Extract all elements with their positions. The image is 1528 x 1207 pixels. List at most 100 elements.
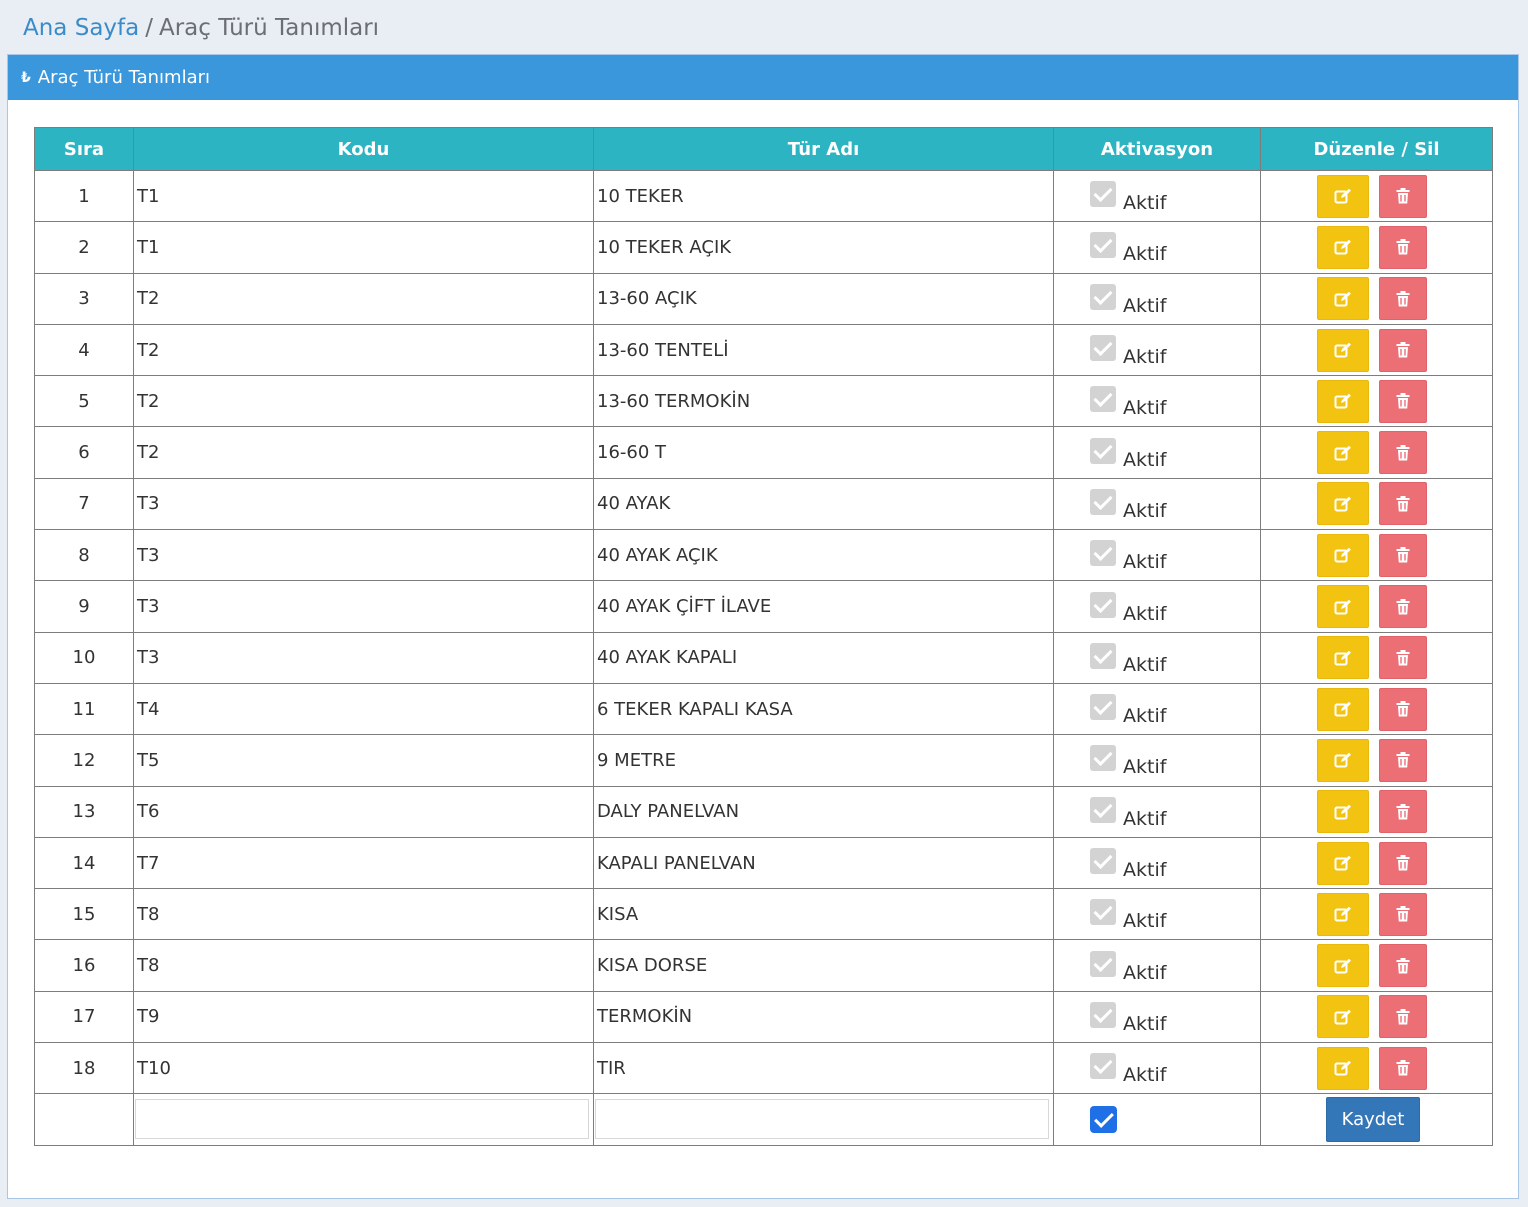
row-kodu: T2	[133, 323, 594, 377]
row-sira: 17	[34, 990, 134, 1044]
row-kodu: T6	[133, 785, 594, 838]
active-checkbox[interactable]	[1090, 540, 1116, 567]
active-checkbox[interactable]	[1090, 437, 1116, 464]
delete-button[interactable]	[1379, 738, 1427, 782]
row-tur-adi: TIR	[593, 1042, 1054, 1095]
delete-button[interactable]	[1379, 636, 1427, 680]
edit-button[interactable]	[1317, 944, 1369, 988]
edit-button[interactable]	[1317, 892, 1369, 936]
row-tur-adi: 16-60 T	[593, 426, 1054, 479]
edit-button[interactable]	[1317, 431, 1369, 475]
row-actions	[1260, 426, 1493, 479]
table-row: 13 T6 DALY PANELVAN Aktif	[34, 785, 1493, 838]
active-checkbox[interactable]	[1090, 950, 1116, 977]
row-actions	[1260, 529, 1493, 582]
breadcrumb-home-link[interactable]: Ana Sayfa	[23, 15, 139, 41]
row-actions	[1260, 785, 1493, 838]
delete-button[interactable]	[1379, 431, 1427, 475]
row-kodu: T3	[133, 580, 594, 633]
row-tur-adi: 40 AYAK ÇİFT İLAVE	[593, 580, 1054, 633]
row-actions	[1260, 990, 1493, 1044]
row-actions	[1260, 734, 1493, 787]
edit-button[interactable]	[1317, 225, 1369, 269]
delete-button[interactable]	[1379, 277, 1427, 321]
edit-button[interactable]	[1317, 174, 1369, 218]
active-checkbox[interactable]	[1090, 386, 1116, 413]
breadcrumb-separator: /	[145, 15, 153, 41]
active-checkbox[interactable]	[1090, 232, 1116, 259]
row-sira: 8	[34, 529, 134, 582]
active-checkbox[interactable]	[1090, 335, 1116, 362]
edit-button[interactable]	[1317, 277, 1369, 321]
edit-button[interactable]	[1317, 687, 1369, 731]
active-label: Aktif	[1123, 653, 1167, 676]
vehicle-type-table: Sıra Kodu Tür Adı Aktivasyon Düzenle / S…	[34, 127, 1493, 1146]
row-tur-adi: 13-60 TERMOKİN	[593, 375, 1054, 428]
edit-button[interactable]	[1317, 995, 1369, 1039]
edit-button[interactable]	[1317, 533, 1369, 577]
row-sira: 14	[34, 836, 134, 890]
delete-button[interactable]	[1379, 585, 1427, 629]
table-header-row: Sıra Kodu Tür Adı Aktivasyon Düzenle / S…	[34, 127, 1493, 171]
delete-button[interactable]	[1379, 482, 1427, 526]
active-checkbox[interactable]	[1090, 591, 1116, 618]
active-checkbox[interactable]	[1090, 181, 1116, 208]
edit-button[interactable]	[1317, 841, 1369, 885]
row-kodu: T8	[133, 888, 594, 941]
active-checkbox[interactable]	[1090, 642, 1116, 669]
edit-button[interactable]	[1317, 482, 1369, 526]
delete-button[interactable]	[1379, 379, 1427, 423]
active-checkbox[interactable]	[1090, 488, 1116, 515]
table-row: 1 T1 10 TEKER Aktif	[34, 169, 1493, 223]
table-row: 5 T2 13-60 TERMOKİN Aktif	[34, 375, 1493, 428]
edit-button[interactable]	[1317, 328, 1369, 372]
active-checkbox[interactable]	[1090, 745, 1116, 772]
row-aktivasyon: Aktif	[1053, 1042, 1261, 1095]
delete-button[interactable]	[1379, 174, 1427, 218]
row-aktivasyon: Aktif	[1053, 836, 1261, 890]
save-button[interactable]: Kaydet	[1326, 1096, 1420, 1142]
new-row-sira	[34, 1093, 134, 1146]
delete-button[interactable]	[1379, 533, 1427, 577]
row-aktivasyon: Aktif	[1053, 939, 1261, 992]
delete-button[interactable]	[1379, 944, 1427, 988]
row-aktivasyon: Aktif	[1053, 682, 1261, 736]
edit-button[interactable]	[1317, 1046, 1369, 1090]
delete-button[interactable]	[1379, 687, 1427, 731]
active-checkbox[interactable]	[1090, 899, 1116, 926]
active-checkbox[interactable]	[1090, 694, 1116, 721]
edit-button[interactable]	[1317, 636, 1369, 680]
active-checkbox[interactable]	[1090, 796, 1116, 823]
delete-button[interactable]	[1379, 841, 1427, 885]
delete-button[interactable]	[1379, 225, 1427, 269]
row-kodu: T3	[133, 631, 594, 684]
delete-button[interactable]	[1379, 328, 1427, 372]
delete-button[interactable]	[1379, 995, 1427, 1039]
active-checkbox[interactable]	[1090, 1001, 1116, 1028]
active-checkbox[interactable]	[1090, 848, 1116, 874]
delete-button[interactable]	[1379, 1046, 1427, 1090]
delete-button[interactable]	[1379, 892, 1427, 936]
tur-adi-input[interactable]	[595, 1099, 1049, 1140]
kodu-input[interactable]	[135, 1099, 589, 1140]
row-sira: 12	[34, 734, 134, 787]
edit-button[interactable]	[1317, 585, 1369, 629]
vehicle-type-panel: ₺ Araç Türü Tanımları Sıra Kodu Tür Adı …	[7, 54, 1519, 1199]
row-actions	[1260, 323, 1493, 377]
delete-button[interactable]	[1379, 790, 1427, 834]
new-active-checkbox[interactable]	[1090, 1105, 1117, 1133]
edit-button[interactable]	[1317, 738, 1369, 782]
table-row: 12 T5 9 METRE Aktif	[34, 734, 1493, 787]
active-checkbox[interactable]	[1090, 1053, 1116, 1080]
row-tur-adi: 10 TEKER	[593, 169, 1054, 223]
new-row-tur-cell	[593, 1093, 1054, 1146]
row-actions	[1260, 836, 1493, 890]
edit-button[interactable]	[1317, 379, 1369, 423]
active-label: Aktif	[1123, 243, 1167, 266]
row-tur-adi: 40 AYAK KAPALI	[593, 631, 1054, 684]
row-sira: 6	[34, 426, 134, 479]
edit-button[interactable]	[1317, 790, 1369, 834]
row-aktivasyon: Aktif	[1053, 785, 1261, 838]
active-checkbox[interactable]	[1090, 283, 1116, 310]
row-kodu: T8	[133, 939, 594, 992]
